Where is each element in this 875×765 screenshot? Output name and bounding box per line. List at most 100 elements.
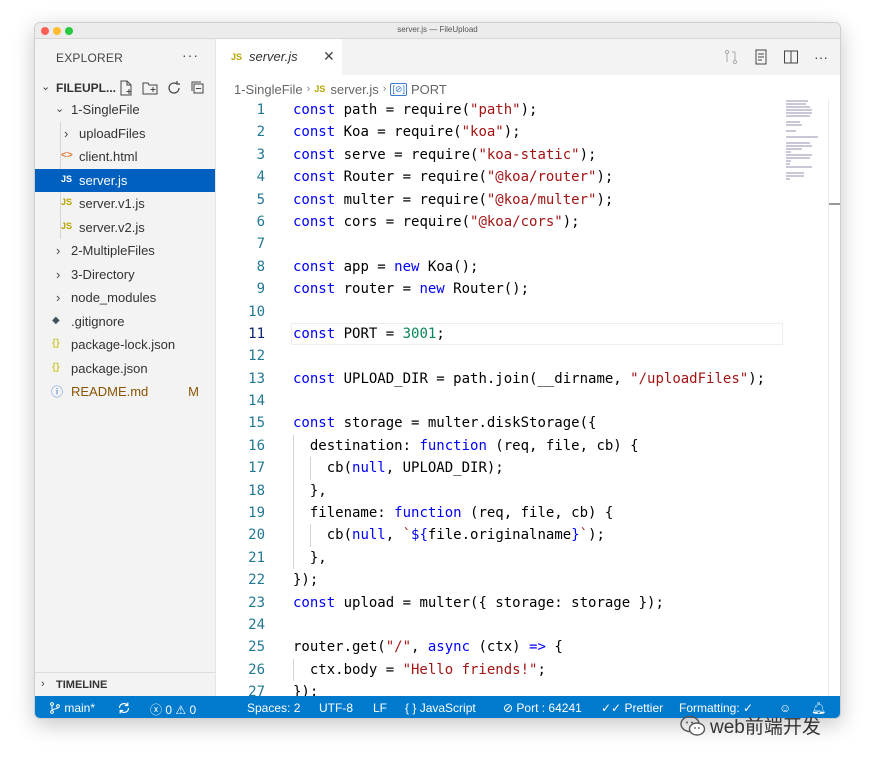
code-editor[interactable]: 1 const path = require("path"); 2 const Ko… [217,99,783,696]
line-number: 5 [256,191,265,208]
json-file-icon: {} [52,361,60,373]
workspace-folder-header[interactable]: ⌄ FILEUPL... [35,77,215,99]
code-text: }); [293,572,319,589]
folder-actions [117,79,207,97]
tree-item-node-modules[interactable]: › node_modules [35,286,215,310]
tab-label: server.js [249,49,298,64]
line-number: 15 [248,415,265,432]
tree-item-package-json[interactable]: {} package.json [35,357,215,381]
code-line: 1 const path = require("path"); [217,99,783,121]
js-file-icon: JS [61,173,73,184]
code-line: 9 const router = new Router(); [217,278,783,300]
tab-server-js[interactable]: JS server.js ✕ [217,39,342,75]
problems-item[interactable]: ⓧ 0 ⚠ 0 [150,701,196,718]
code-text: const serve = require("koa-static"); [293,146,597,163]
more-actions-icon[interactable]: ··· [812,48,830,66]
minimap[interactable] [783,99,828,199]
line-number: 21 [248,549,265,566]
tree-item-label: server.v2.js [79,219,145,235]
line-number: 1 [256,102,265,118]
vertical-scrollbar[interactable] [828,99,840,696]
more-actions-button[interactable]: ··· [182,47,199,63]
tree-item-label: uploadFiles [79,125,146,141]
tree-item-readme-md[interactable]: ⓘ README.md M [35,380,215,404]
line-number: 7 [256,236,265,253]
encoding-item[interactable]: UTF-8 [319,701,353,715]
breadcrumb-symbol[interactable]: PORT [411,82,447,97]
line-number: 3 [256,146,265,163]
git-branch-item[interactable]: main* [49,701,95,715]
code-text: const app = new Koa(); [293,258,479,275]
git-icon: ◆ [52,314,60,326]
breadcrumb-folder[interactable]: 1-SingleFile [234,82,303,97]
tree-item-label: 1-SingleFile [71,102,140,117]
tree-item-server-v2-js[interactable]: JS server.v2.js [35,215,215,239]
code-line: 4 const Router = require("@koa/router"); [217,166,783,188]
chevron-right-icon: › [41,678,45,690]
code-line: 12 [217,345,783,367]
code-text: const PORT = 3001; [293,325,445,342]
eol-item[interactable]: LF [373,701,387,715]
prettier-item[interactable]: ✓✓ Prettier [601,701,663,715]
line-number: 11 [248,325,265,342]
tree-item-3-directory[interactable]: › 3-Directory [35,263,215,287]
code-line: 15 const storage = multer.diskStorage({ [217,412,783,434]
line-number: 23 [248,594,265,611]
code-text: const storage = multer.diskStorage({ [293,415,597,432]
code-text: const path = require("path"); [293,102,538,118]
refresh-icon[interactable] [165,79,183,97]
breadcrumb-file[interactable]: server.js [330,82,378,97]
code-text: destination: function (req, file, cb) { [293,437,639,454]
compare-changes-icon[interactable] [722,48,740,66]
git-modified-badge: M [188,384,199,399]
tree-item-2-multiplefiles[interactable]: › 2-MultipleFiles [35,239,215,263]
code-text: const cors = require("@koa/cors"); [293,213,580,230]
code-text: const upload = multer({ storage: storage… [293,594,664,611]
code-line: 18 }, [217,479,783,503]
port-item[interactable]: ⊘ Port : 64241 [503,701,582,715]
html-file-icon: <> [61,150,73,161]
tree-item-label: server.js [79,172,128,188]
chevron-down-icon: ⌄ [55,103,65,115]
git-branch-icon [50,702,60,714]
tree-item-gitignore[interactable]: ◆ .gitignore [35,310,215,334]
split-editor-icon[interactable] [782,48,800,66]
new-file-icon[interactable] [117,79,135,97]
language-mode-item[interactable]: { } JavaScript [405,701,476,715]
tree-item-label: 2-MultipleFiles [71,243,155,258]
line-number: 19 [248,505,265,522]
chevron-right-icon: › [306,83,311,95]
vscode-window: server.js — FileUpload EXPLORER ··· ⌄ FI… [34,22,841,719]
error-count: 0 [165,703,173,717]
indentation-item[interactable]: Spaces: 2 [247,701,300,715]
code-text: const Koa = require("koa"); [293,124,521,141]
tree-item-server-js[interactable]: JS server.js [35,168,215,192]
tree-item-uploadfiles[interactable]: › uploadFiles [35,121,215,145]
collapse-all-icon[interactable] [189,79,207,97]
tree-item-1-singlefile[interactable]: ⌄ 1-SingleFile [35,98,215,122]
tree-item-client-html[interactable]: <> client.html [35,145,215,169]
tree-item-server-v1-js[interactable]: JS server.v1.js [35,192,215,216]
watermark: web前端开发 [680,712,821,739]
tree-item-label: client.html [79,149,138,164]
chevron-right-icon: › [56,290,61,305]
new-folder-icon[interactable] [141,79,159,97]
code-line: 7 [217,233,783,255]
tree-item-package-lock-json[interactable]: {} package-lock.json [35,333,215,357]
line-number: 14 [248,393,265,410]
js-file-icon: JS [61,220,73,231]
line-number: 16 [248,437,265,454]
code-text: const multer = require("@koa/multer"); [293,191,614,208]
code-line: 27}); [217,681,783,696]
line-number: 9 [256,281,265,298]
warning-count: 0 [189,703,197,717]
sync-icon[interactable] [117,701,131,718]
timeline-panel-header[interactable]: › TIMELINE [35,672,215,696]
chevron-right-icon: › [56,243,61,258]
line-number: 26 [248,661,265,678]
line-number: 17 [248,460,265,477]
warning-icon: ⚠ [175,703,187,717]
line-number: 25 [248,639,265,656]
close-tab-icon[interactable]: ✕ [323,48,335,65]
open-preview-icon[interactable] [752,48,770,66]
